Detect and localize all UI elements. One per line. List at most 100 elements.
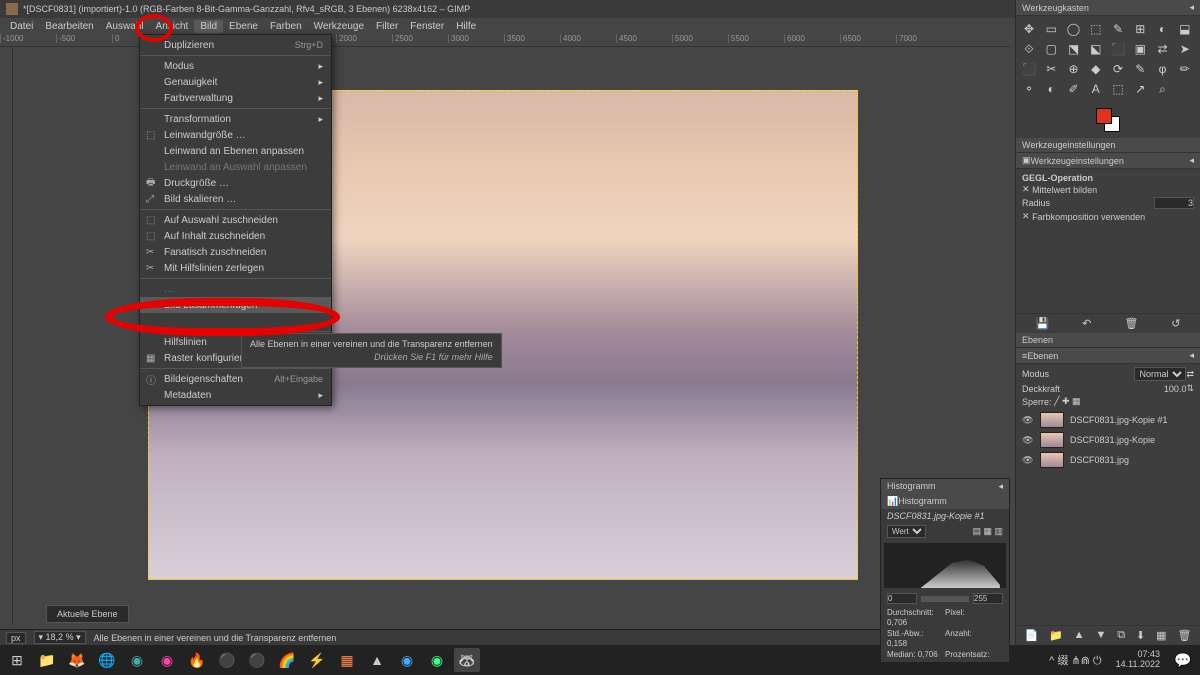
menu-ansicht[interactable]: Ansicht	[150, 20, 195, 33]
layer-row[interactable]: 👁 DSCF0831.jpg	[1016, 450, 1200, 470]
tab-menu-icon[interactable]: ◂	[1189, 155, 1194, 166]
app-icon[interactable]: ◉	[394, 648, 420, 672]
tool-9[interactable]: ▢	[1042, 40, 1060, 58]
menu-bild[interactable]: Bild	[194, 20, 223, 33]
tool-27[interactable]: A	[1087, 80, 1105, 98]
revert-icon[interactable]: ↶	[1082, 317, 1091, 330]
menu-hilfe[interactable]: Hilfe	[450, 20, 482, 33]
tool-26[interactable]: ✐	[1065, 80, 1083, 98]
opacity-value[interactable]: 100.0	[1164, 384, 1187, 394]
tool-8[interactable]: ⟐	[1020, 40, 1038, 58]
tool-10[interactable]: ⬔	[1065, 40, 1083, 58]
layer-row[interactable]: 👁 DSCF0831.jpg-Kopie #1	[1016, 410, 1200, 430]
chrome-icon[interactable]: 🌐	[94, 648, 120, 672]
menu-auswahl[interactable]: Auswahl	[100, 20, 150, 33]
menu-bild-zusammenfuegen[interactable]: Bild zusammenfügen	[140, 297, 331, 313]
tab-menu-icon[interactable]: ◂	[998, 481, 1003, 492]
menu-hilfslinien-zerlegen[interactable]: ✂Mit Hilfslinien zerlegen	[140, 260, 331, 276]
app-icon[interactable]: ◉	[154, 648, 180, 672]
app-icon[interactable]: ◉	[424, 648, 450, 672]
histogram-tab[interactable]: 📊 Histogramm	[881, 494, 1009, 509]
tool-12[interactable]: ⬛	[1109, 40, 1127, 58]
menu-leinwand-ebenen[interactable]: Leinwand an Ebenen anpassen	[140, 143, 331, 159]
fg-color[interactable]	[1096, 108, 1112, 124]
menu-modus[interactable]: Modus▸	[140, 58, 331, 74]
x-icon[interactable]: ✕	[1022, 211, 1030, 222]
layer-row[interactable]: 👁DSCF0831.jpg-Kopie	[1016, 430, 1200, 450]
histogram-dialog[interactable]: Histogramm◂ 📊 Histogramm DSCF0831.jpg-Ko…	[880, 478, 1010, 663]
opacity-spinner[interactable]: ⇅	[1186, 383, 1194, 394]
visibility-icon[interactable]: 👁	[1022, 415, 1034, 426]
menu-bild-skalieren[interactable]: ⤢Bild skalieren …	[140, 191, 331, 207]
menu-ebene[interactable]: Ebene	[223, 20, 264, 33]
gimp-taskbar-icon[interactable]: 🦝	[454, 648, 480, 672]
layer-down-icon[interactable]: ▼	[1095, 629, 1106, 642]
zoom-select[interactable]: ▾ 18,2 % ▾	[34, 631, 86, 644]
layer-name[interactable]: DSCF0831.jpg	[1070, 455, 1129, 465]
tool-16[interactable]: ⬛	[1020, 60, 1038, 78]
reset-icon[interactable]: ↺	[1171, 317, 1180, 330]
layer-up-icon[interactable]: ▲	[1074, 629, 1085, 642]
mode-arrows[interactable]: ⇄	[1186, 369, 1194, 380]
explorer-icon[interactable]: 📁	[34, 648, 60, 672]
tool-19[interactable]: ◆	[1087, 60, 1105, 78]
layer-group-icon[interactable]: 📁	[1049, 629, 1063, 642]
app-icon[interactable]: ▲	[364, 648, 390, 672]
menu-druckgroesse[interactable]: 🖶Druckgröße …	[140, 175, 331, 191]
tab-menu-icon[interactable]: ◂	[1189, 350, 1194, 361]
channel-select[interactable]: Wert	[887, 525, 926, 538]
merge-down-icon[interactable]: ⬇	[1136, 629, 1145, 642]
menu-hidden-merge[interactable]: …	[140, 281, 331, 297]
layer-name[interactable]: DSCF0831.jpg-Kopie	[1070, 435, 1155, 445]
menu-genauigkeit[interactable]: Genauigkeit▸	[140, 74, 331, 90]
tool-3[interactable]: ⬚	[1087, 20, 1105, 38]
tool-11[interactable]: ⬕	[1087, 40, 1105, 58]
tool-15[interactable]: ➤	[1176, 40, 1194, 58]
new-layer-icon[interactable]: 📄	[1024, 629, 1038, 642]
color-swatches[interactable]	[1016, 102, 1200, 138]
menu-fanatisch-zuschneiden[interactable]: ✂Fanatisch zuschneiden	[140, 244, 331, 260]
layers-tab[interactable]: ≡ Ebenen◂	[1016, 348, 1200, 364]
tool-17[interactable]: ✂	[1042, 60, 1060, 78]
tool-25[interactable]: ◐	[1042, 80, 1060, 98]
tool-24[interactable]: ⚬	[1020, 80, 1038, 98]
notifications-icon[interactable]: 💬	[1170, 648, 1196, 672]
tool-30[interactable]: ⌕	[1154, 80, 1172, 98]
menu-datei[interactable]: Datei	[4, 20, 39, 33]
menu-duplizieren[interactable]: DuplizierenStrg+D	[140, 37, 331, 53]
tool-22[interactable]: φ	[1154, 60, 1172, 78]
tool-0[interactable]: ✥	[1020, 20, 1038, 38]
menu-fenster[interactable]: Fenster	[404, 20, 450, 33]
menu-transformation[interactable]: Transformation▸	[140, 111, 331, 127]
menu-farben[interactable]: Farben	[264, 20, 308, 33]
tool-6[interactable]: ◐	[1154, 20, 1172, 38]
menu-leinwandgroesse[interactable]: ⬚Leinwandgröße …	[140, 127, 331, 143]
layer-name[interactable]: DSCF0831.jpg-Kopie #1	[1070, 415, 1168, 425]
radius-input[interactable]	[1154, 197, 1194, 209]
unit-select[interactable]: px	[6, 632, 26, 644]
taskbar-clock[interactable]: 07:4314.11.2022	[1110, 650, 1166, 670]
visibility-icon[interactable]: 👁	[1022, 455, 1034, 466]
lock-icons[interactable]: ╱ ✚ ▦	[1054, 396, 1080, 407]
tool-2[interactable]: ◯	[1065, 20, 1083, 38]
tool-7[interactable]: ⬓	[1176, 20, 1194, 38]
tool-23[interactable]: ✏	[1176, 60, 1194, 78]
range-low-input[interactable]	[887, 593, 917, 604]
app-icon[interactable]: ⚫	[244, 648, 270, 672]
tool-14[interactable]: ⇄	[1154, 40, 1172, 58]
delete-icon[interactable]: 🗑	[1124, 317, 1138, 330]
blend-mode-select[interactable]: Normal	[1134, 367, 1186, 381]
toolbox-close-icon[interactable]: ◂	[1189, 2, 1194, 13]
menu-auf-auswahl-zuschneiden[interactable]: ⬚Auf Auswahl zuschneiden	[140, 212, 331, 228]
menu-bildeigenschaften[interactable]: ⓘBildeigenschaftenAlt+Eingabe	[140, 371, 331, 387]
tool-21[interactable]: ✎	[1131, 60, 1149, 78]
app-icon[interactable]: ⚫	[214, 648, 240, 672]
tool-1[interactable]: ▭	[1042, 20, 1060, 38]
tool-5[interactable]: ⊞	[1131, 20, 1149, 38]
tool-20[interactable]: ⟳	[1109, 60, 1127, 78]
range-high-input[interactable]	[973, 593, 1003, 604]
histo-mode-icons[interactable]: ▤ ▦ ▥	[972, 526, 1003, 537]
save-icon[interactable]: 💾	[1035, 317, 1049, 330]
app-icon[interactable]: ⚡	[304, 648, 330, 672]
app-icon[interactable]: 🔥	[184, 648, 210, 672]
